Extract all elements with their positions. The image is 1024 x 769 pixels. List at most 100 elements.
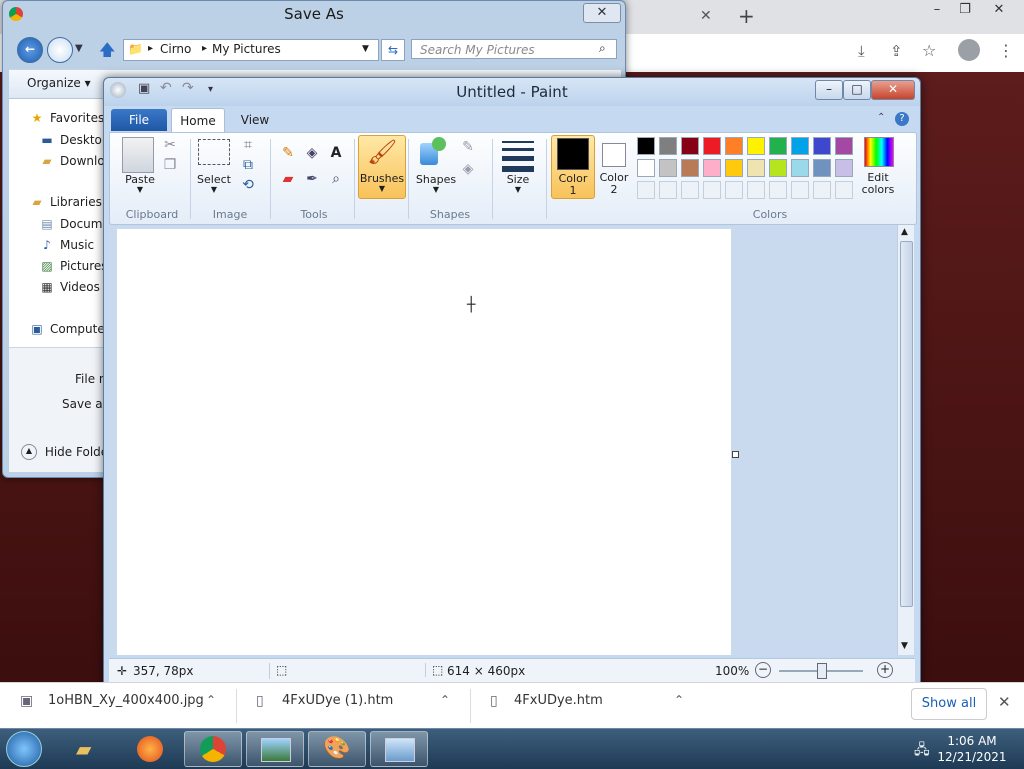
- custom-color-slot[interactable]: [725, 181, 743, 199]
- palette-swatch[interactable]: [813, 137, 831, 155]
- palette-swatch[interactable]: [681, 137, 699, 155]
- close-button[interactable]: ✕: [583, 3, 621, 23]
- taskbar-remote-desktop[interactable]: [370, 731, 428, 767]
- chevron-up-icon[interactable]: ⌃: [440, 693, 450, 707]
- custom-color-slot[interactable]: [791, 181, 809, 199]
- address-dropdown-icon[interactable]: ▼: [362, 44, 369, 54]
- clipboard-icon[interactable]: [122, 137, 154, 173]
- palette-swatch[interactable]: [791, 159, 809, 177]
- maximize-button[interactable]: □: [843, 80, 871, 100]
- custom-color-slot[interactable]: [769, 181, 787, 199]
- breadcrumb-cirno[interactable]: Cirno: [160, 42, 191, 56]
- palette-swatch[interactable]: [659, 159, 677, 177]
- palette-swatch[interactable]: [659, 137, 677, 155]
- text-tool-icon[interactable]: A: [326, 143, 346, 163]
- custom-color-slot[interactable]: [637, 181, 655, 199]
- help-icon[interactable]: ?: [895, 112, 909, 126]
- tree-item-videos[interactable]: ▦ Videos: [39, 280, 100, 294]
- minimize-button[interactable]: –: [815, 80, 843, 100]
- pencil-icon[interactable]: ✎: [278, 143, 298, 163]
- zoom-slider-thumb[interactable]: [817, 663, 827, 679]
- chrome-close-button[interactable]: ✕: [984, 0, 1014, 20]
- tree-item-downloads[interactable]: ▰ Downloa: [39, 154, 112, 168]
- palette-swatch[interactable]: [791, 137, 809, 155]
- tab-file[interactable]: File: [111, 109, 167, 131]
- download-item[interactable]: 1oHBN_Xy_400x400.jpg: [48, 693, 204, 708]
- download-item[interactable]: 4FxUDye (1).htm: [282, 693, 393, 708]
- palette-swatch[interactable]: [769, 159, 787, 177]
- palette-swatch[interactable]: [769, 137, 787, 155]
- rotate-icon[interactable]: ⟲: [238, 175, 258, 195]
- taskbar-paint[interactable]: 🎨: [308, 731, 366, 767]
- select-dropdown-icon[interactable]: ▼: [194, 185, 234, 194]
- copy-icon[interactable]: ❐: [160, 155, 180, 175]
- hide-folders-button[interactable]: ▲ Hide Folder: [21, 444, 113, 460]
- cut-icon[interactable]: ✂: [160, 135, 180, 155]
- color1-button[interactable]: Color 1: [551, 135, 595, 199]
- download-icon[interactable]: ⤓: [858, 42, 865, 60]
- size-icon[interactable]: [502, 141, 534, 172]
- back-button[interactable]: ←: [17, 37, 43, 63]
- crop-icon[interactable]: ⌗: [238, 135, 258, 155]
- tab-home[interactable]: Home: [171, 108, 225, 133]
- show-all-button[interactable]: Show all: [911, 688, 987, 720]
- size-dropdown-icon[interactable]: ▼: [498, 185, 538, 194]
- forward-button[interactable]: [47, 37, 73, 63]
- up-arrow-icon[interactable]: 🡅: [99, 39, 115, 66]
- palette-swatch[interactable]: [725, 159, 743, 177]
- palette-swatch[interactable]: [703, 137, 721, 155]
- zoom-out-button[interactable]: −: [755, 662, 771, 678]
- menu-icon[interactable]: ⋮: [998, 41, 1014, 60]
- taskbar-firefox[interactable]: [122, 731, 180, 767]
- resize-handle[interactable]: [732, 451, 739, 458]
- chrome-minimize-button[interactable]: –: [922, 0, 952, 20]
- tree-item-music[interactable]: ♪ Music: [39, 238, 94, 252]
- taskbar-photo-viewer[interactable]: [246, 731, 304, 767]
- palette-swatch[interactable]: [637, 137, 655, 155]
- outline-icon[interactable]: ✎: [458, 137, 478, 157]
- scroll-thumb[interactable]: [900, 241, 913, 607]
- profile-avatar[interactable]: [958, 39, 980, 61]
- custom-color-slot[interactable]: [835, 181, 853, 199]
- custom-color-slot[interactable]: [659, 181, 677, 199]
- shape-fill-icon[interactable]: ◈: [458, 159, 478, 179]
- palette-swatch[interactable]: [835, 159, 853, 177]
- palette-swatch[interactable]: [813, 159, 831, 177]
- taskbar-chrome[interactable]: [184, 731, 242, 767]
- shapes-dropdown-icon[interactable]: ▼: [414, 185, 458, 194]
- scroll-up-icon[interactable]: ▲: [901, 227, 908, 237]
- custom-color-slot[interactable]: [681, 181, 699, 199]
- zoom-in-button[interactable]: +: [877, 662, 893, 678]
- share-icon[interactable]: ⇪: [890, 42, 903, 60]
- start-button[interactable]: [6, 731, 42, 767]
- search-input[interactable]: Search My Pictures: [411, 39, 617, 59]
- custom-color-slot[interactable]: [703, 181, 721, 199]
- palette-swatch[interactable]: [747, 159, 765, 177]
- tree-item-desktop[interactable]: ▬ Desktop: [39, 133, 109, 147]
- star-icon[interactable]: ☆: [922, 41, 936, 60]
- recent-dropdown-icon[interactable]: ▼: [75, 43, 83, 54]
- breadcrumb-my-pictures[interactable]: My Pictures: [212, 42, 281, 56]
- tab-view[interactable]: View: [229, 108, 281, 132]
- edit-colors-button[interactable]: Edit colors: [858, 135, 898, 197]
- color-picker-icon[interactable]: ✒: [302, 169, 322, 189]
- refresh-icon[interactable]: ⇆: [381, 39, 405, 61]
- tree-item-favorites[interactable]: ★ Favorites: [29, 111, 105, 125]
- custom-color-slot[interactable]: [747, 181, 765, 199]
- color2-button[interactable]: Color 2: [596, 135, 632, 197]
- paste-dropdown-icon[interactable]: ▼: [120, 185, 160, 194]
- palette-swatch[interactable]: [703, 159, 721, 177]
- palette-swatch[interactable]: [835, 137, 853, 155]
- tree-item-computer[interactable]: ▣ Computer: [29, 322, 109, 336]
- download-item[interactable]: 4FxUDye.htm: [514, 693, 603, 708]
- organize-button[interactable]: Organize ▾: [27, 76, 91, 90]
- scroll-down-icon[interactable]: ▼: [901, 641, 908, 651]
- shapes-icon[interactable]: [418, 137, 448, 167]
- palette-swatch[interactable]: [681, 159, 699, 177]
- magnifier-icon[interactable]: ⌕: [326, 169, 346, 189]
- tab-close-icon[interactable]: ✕: [700, 8, 712, 24]
- fill-icon[interactable]: ◈: [302, 143, 322, 163]
- resize-icon[interactable]: ⧉: [238, 155, 258, 175]
- clock[interactable]: 1:06 AM 12/21/2021: [930, 733, 1014, 765]
- minimize-ribbon-icon[interactable]: ⌃: [877, 112, 885, 123]
